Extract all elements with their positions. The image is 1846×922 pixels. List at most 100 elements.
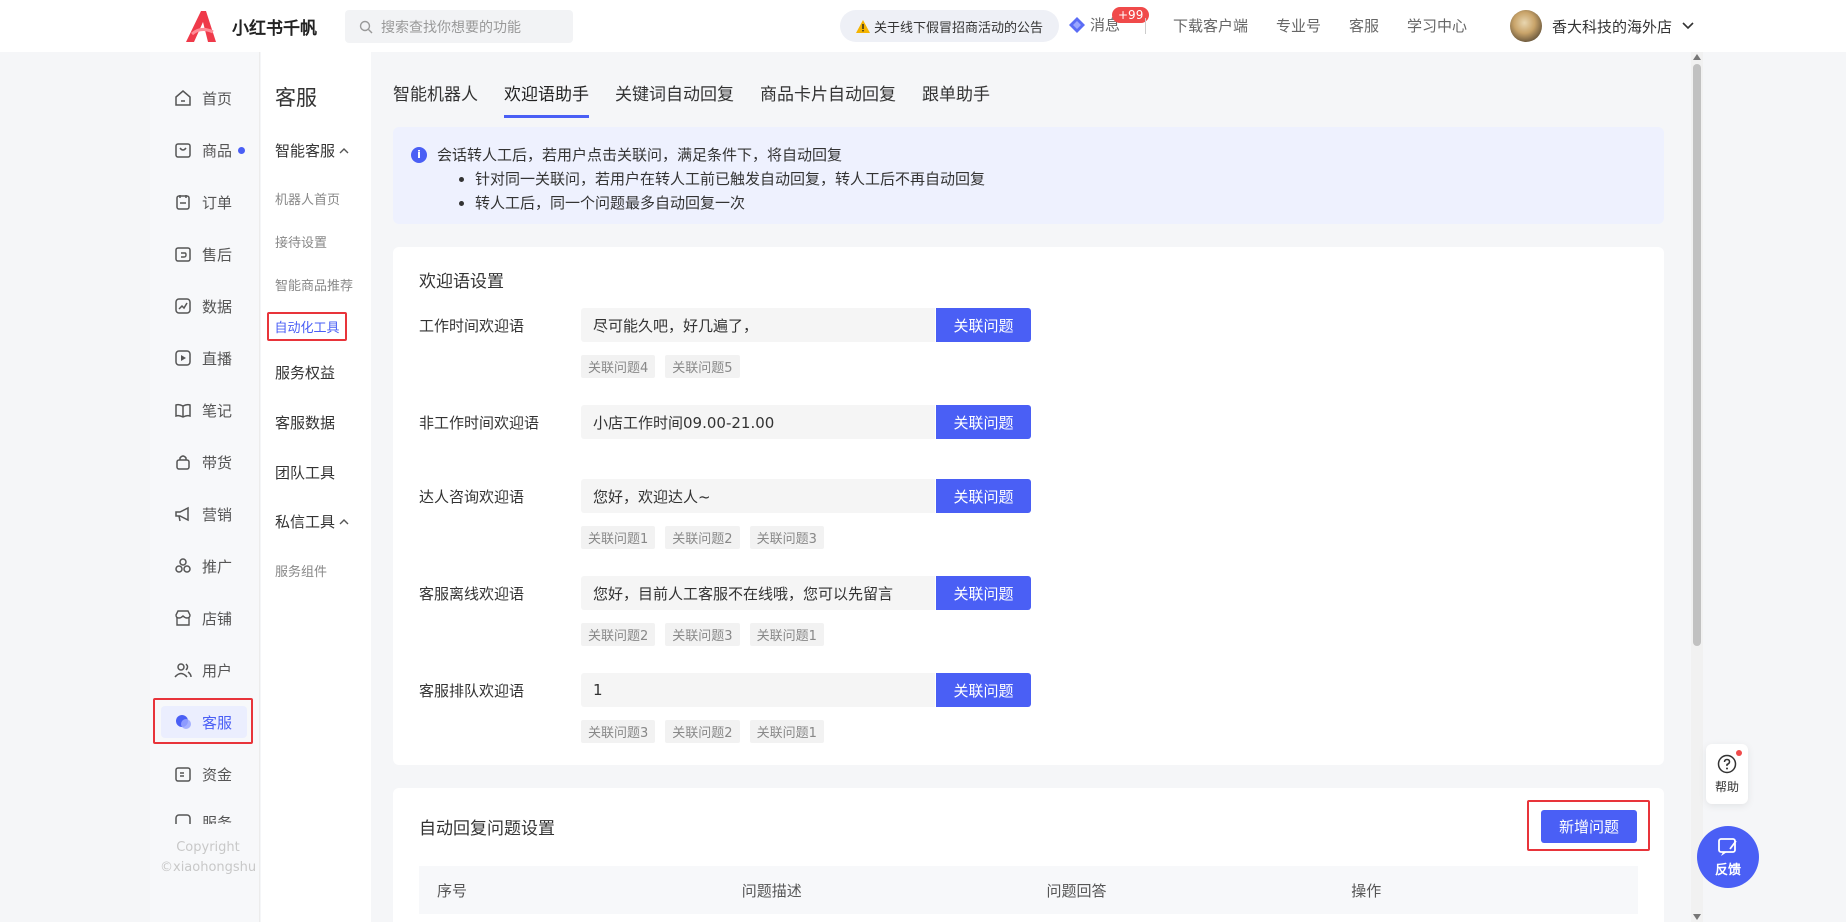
welcome-input-queue[interactable]: 1 <box>581 673 935 707</box>
scroll-down-arrow[interactable] <box>1693 914 1701 920</box>
link-customer-service[interactable]: 客服 <box>1349 15 1379 36</box>
help-label: 帮助 <box>1714 779 1739 794</box>
return-box-icon <box>175 247 191 262</box>
card-title: 自动回复问题设置 <box>419 819 555 839</box>
sidebar-item-after-sales[interactable]: 售后 <box>174 241 232 267</box>
welcome-input-work-hours[interactable]: 尽可能久吧，好几遍了， <box>581 308 935 342</box>
row-label: 客服离线欢迎语 <box>419 585 525 603</box>
scrollbar-thumb[interactable] <box>1693 64 1701 646</box>
link-question-button[interactable]: 关联问题 <box>936 405 1031 439</box>
nav-sub-smart-recommend[interactable]: 智能商品推荐 <box>275 275 353 294</box>
nav-item-cs-data[interactable]: 客服数据 <box>275 412 335 433</box>
warning-icon <box>856 19 870 33</box>
chevron-up-icon <box>339 519 349 525</box>
nav-item-service-rights[interactable]: 服务权益 <box>275 362 335 383</box>
tag-list: 关联问题4 关联问题5 <box>581 355 740 378</box>
sidebar-item-store[interactable]: 店铺 <box>174 605 232 631</box>
search-input[interactable]: 搜索查找你想要的功能 <box>345 10 573 43</box>
nav-group-smart-cs[interactable]: 智能客服 <box>275 140 349 161</box>
tag: 关联问题2 <box>581 623 656 646</box>
sidebar-item-home[interactable]: 首页 <box>174 85 232 111</box>
tag: 关联问题3 <box>749 526 824 549</box>
primary-sidebar: 首页 商品 订单 售后 数据 直播 笔记 带货 营销 推广 店铺 用户 客服 资… <box>150 52 260 922</box>
nav-item-team-tools[interactable]: 团队工具 <box>275 462 335 483</box>
tag: 关联问题2 <box>665 526 740 549</box>
feedback-icon <box>1718 837 1737 856</box>
new-dot <box>238 146 246 154</box>
divider <box>1145 18 1146 34</box>
copyright: Copyright ©xiaohongshu <box>160 840 257 875</box>
app-name: 小红书千帆 <box>232 18 317 39</box>
link-question-button[interactable]: 关联问题 <box>936 673 1031 707</box>
top-links: 下载客户端 专业号 客服 学习中心 <box>1173 15 1467 36</box>
link-professional[interactable]: 专业号 <box>1276 15 1321 36</box>
tab-product-card-reply[interactable]: 商品卡片自动回复 <box>760 80 896 118</box>
tab-keyword-reply[interactable]: 关键词自动回复 <box>615 80 734 118</box>
sidebar-item-data[interactable]: 数据 <box>174 293 232 319</box>
sidebar-item-live[interactable]: 直播 <box>174 345 232 371</box>
chevron-down-icon <box>1682 22 1694 30</box>
logo-icon <box>186 11 216 42</box>
sidebar-item-marketing[interactable]: 营销 <box>174 501 232 527</box>
nav-sub-reception-settings[interactable]: 接待设置 <box>275 232 327 251</box>
row-label: 达人咨询欢迎语 <box>419 488 525 506</box>
sidebar-item-notes[interactable]: 笔记 <box>174 397 232 423</box>
add-question-button[interactable]: 新增问题 <box>1541 810 1637 843</box>
chat-bubbles-icon <box>176 715 191 729</box>
tag: 关联问题2 <box>665 720 740 743</box>
link-download-client[interactable]: 下载客户端 <box>1173 15 1248 36</box>
feedback-button[interactable]: 反馈 <box>1697 826 1759 888</box>
notice-banner[interactable]: 关于线下假冒招商活动的公告 <box>840 10 1060 42</box>
nav-sub-service-components[interactable]: 服务组件 <box>275 561 327 580</box>
message-icon <box>1069 16 1085 33</box>
tab-welcome-assistant[interactable]: 欢迎语助手 <box>504 80 589 118</box>
sidebar-item-products[interactable]: 商品 <box>174 137 246 163</box>
section-title: 客服 <box>275 86 317 110</box>
nav-group-dm-tools[interactable]: 私信工具 <box>275 511 349 532</box>
tag-list: 关联问题2 关联问题3 关联问题1 <box>581 623 824 646</box>
scrollbar[interactable] <box>1691 52 1703 922</box>
welcome-settings-card: 欢迎语设置 工作时间欢迎语 尽可能久吧，好几遍了， 关联问题 关联问题4 关联问… <box>393 247 1664 765</box>
scroll-up-arrow[interactable] <box>1693 54 1701 60</box>
logo[interactable]: 小红书千帆 <box>182 8 317 44</box>
sidebar-item-sales[interactable]: 带货 <box>174 449 232 475</box>
sidebar-item-services[interactable]: 服务 <box>174 812 232 824</box>
column-header: 问题描述 <box>741 881 802 900</box>
tag: 关联问题1 <box>749 623 824 646</box>
bag-icon <box>175 143 191 158</box>
notification-dot <box>1736 750 1742 756</box>
secondary-sidebar: 客服 智能客服 机器人首页 接待设置 智能商品推荐 自动化工具 服务权益 客服数… <box>261 52 371 922</box>
link-question-button[interactable]: 关联问题 <box>936 479 1031 513</box>
link-learning-center[interactable]: 学习中心 <box>1407 15 1467 36</box>
tag: 关联问题4 <box>581 355 656 378</box>
tag: 关联问题5 <box>665 355 740 378</box>
nav-sub-automation-tools[interactable]: 自动化工具 <box>267 312 347 341</box>
welcome-input-influencer[interactable]: 您好，欢迎达人~ <box>581 479 935 513</box>
welcome-input-off-hours[interactable]: 小店工作时间09.00-21.00 <box>581 405 935 439</box>
link-question-button[interactable]: 关联问题 <box>936 576 1031 610</box>
shop-name: 香大科技的海外店 <box>1552 17 1673 36</box>
link-question-button[interactable]: 关联问题 <box>936 308 1031 342</box>
wallet-icon <box>175 767 191 782</box>
sidebar-item-customer-service[interactable]: 客服 <box>174 709 232 735</box>
column-header: 问题回答 <box>1046 881 1107 900</box>
tag: 关联问题3 <box>581 720 656 743</box>
tab-smart-robot[interactable]: 智能机器人 <box>393 80 478 118</box>
help-button[interactable]: 帮助 <box>1706 744 1748 804</box>
user-menu[interactable]: 香大科技的海外店 <box>1510 10 1694 42</box>
tip-main: 会话转人工后，若用户点击关联问，满足条件下，将自动回复 <box>437 146 843 164</box>
sidebar-item-orders[interactable]: 订单 <box>174 189 232 215</box>
question-icon <box>1717 754 1737 773</box>
home-icon <box>175 90 191 106</box>
welcome-input-offline[interactable]: 您好，目前人工客服不在线哦，您可以先留言 <box>581 576 935 610</box>
sidebar-item-funds[interactable]: 资金 <box>174 761 232 787</box>
sidebar-item-promotion[interactable]: 推广 <box>174 553 232 579</box>
tip-bullet: 针对同一关联问，若用户在转人工前已触发自动回复，转人工后不再自动回复 <box>475 167 1646 191</box>
feedback-label: 反馈 <box>1714 862 1741 878</box>
sidebar-item-users[interactable]: 用户 <box>174 657 232 683</box>
book-icon <box>175 403 191 418</box>
auto-reply-card: 自动回复问题设置 新增问题 序号 问题描述 问题回答 操作 <box>393 788 1664 922</box>
tab-followup-assistant[interactable]: 跟单助手 <box>922 80 990 118</box>
play-icon <box>175 350 191 366</box>
nav-sub-robot-home[interactable]: 机器人首页 <box>275 189 340 208</box>
